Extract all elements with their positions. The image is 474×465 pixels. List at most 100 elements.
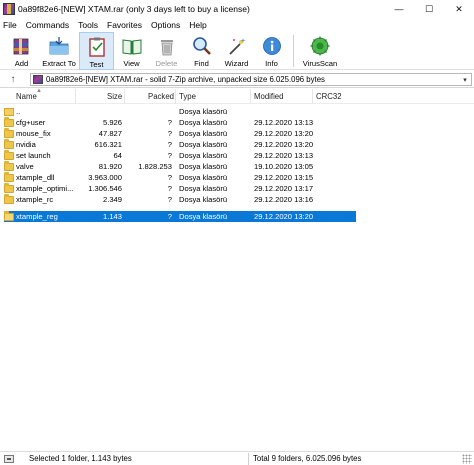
table-row[interactable]: mouse_fix 47.827 ? Dosya klasörü 29.12.2… [0,128,474,139]
menu-favorites[interactable]: Favorites [107,20,142,30]
info-button[interactable]: Info [254,32,289,70]
title-bar: 0a89f82e6-[NEW] XTAM.rar (only 3 days le… [0,0,474,18]
table-row[interactable]: xtample_rc 2.349 ? Dosya klasörü 29.12.2… [0,194,474,205]
folder-icon [4,161,14,171]
file-type: Dosya klasörü [179,162,228,171]
chevron-down-icon[interactable]: ▾ [459,76,471,84]
file-name: valve [16,162,34,171]
resize-grip-icon[interactable] [462,454,472,464]
file-name: set launch [16,151,51,160]
folder-icon [4,128,14,138]
file-list: Name ▲ Size Packed Type Modified CRC32 .… [0,88,474,451]
virusscan-icon [309,35,331,57]
column-divider[interactable] [175,89,176,104]
file-modified: 29.12.2020 13:16 [254,195,314,204]
table-row[interactable]: set launch 64 ? Dosya klasörü 29.12.2020… [0,150,474,161]
toolbar-separator [293,35,294,67]
virusscan-button[interactable]: VirusScan [298,32,342,70]
wizard-label: Wizard [224,59,249,68]
column-header-name[interactable]: Name [16,92,37,101]
extract-folder-icon [48,35,70,57]
file-type: Dosya klasörü [179,140,228,149]
find-label: Find [194,59,209,68]
delete-label: Delete [155,59,178,68]
file-name: .. [16,107,21,116]
winrar-app-icon[interactable] [3,3,15,15]
table-row[interactable]: nvidia 616.321 ? Dosya klasörü 29.12.202… [0,139,474,150]
column-header-type[interactable]: Type [179,92,196,101]
file-type: Dosya klasörü [179,173,228,182]
view-label: View [123,59,140,68]
column-header-size[interactable]: Size [107,92,122,101]
file-type: Dosya klasörü [179,107,228,116]
delete-button[interactable]: Delete [149,32,184,70]
extract-to-button[interactable]: Extract To [39,32,79,70]
archive-icon [33,75,43,84]
menu-options[interactable]: Options [151,20,180,30]
folder-icon [4,117,14,127]
add-archive-icon [11,35,33,57]
menu-tools[interactable]: Tools [78,20,98,30]
window-title: 0a89f82e6-[NEW] XTAM.rar (only 3 days le… [18,4,250,14]
file-packed: 1.828.253 [138,162,172,171]
info-icon [261,35,283,57]
file-type: Dosya klasörü [179,184,228,193]
table-row[interactable]: cfg+user 5.926 ? Dosya klasörü 29.12.202… [0,117,474,128]
file-packed: ? [167,140,172,149]
toolbar: Add Extract To Test View Delete Find Wiz… [0,32,474,70]
file-modified: 29.12.2020 13:15 [254,173,314,182]
up-one-level-button[interactable]: ↑ [0,71,26,87]
table-row-selected[interactable]: xtample_reg 1.143 ? Dosya klasörü 29.12.… [0,211,474,222]
file-size: 1.306.546 [88,184,122,193]
file-modified: 29.12.2020 13:20 [254,212,314,221]
address-path: 0a89f82e6-[NEW] XTAM.rar - solid 7-Zip a… [46,75,325,84]
file-type: Dosya klasörü [179,129,228,138]
drive-icon[interactable] [4,455,14,463]
find-button[interactable]: Find [184,32,219,70]
add-button[interactable]: Add [4,32,39,70]
magnifier-icon [191,35,213,57]
folder-icon [4,139,14,149]
file-size: 5.926 [102,118,122,127]
test-label: Test [89,60,104,69]
file-modified: 29.12.2020 13:17 [254,184,314,193]
table-row[interactable]: xtample_dll 3.963.000 ? Dosya klasörü 29… [0,172,474,183]
address-field[interactable]: 0a89f82e6-[NEW] XTAM.rar - solid 7-Zip a… [30,73,472,86]
maximize-button[interactable]: ☐ [414,0,444,18]
file-type: Dosya klasörü [179,195,228,204]
menu-bar: File Commands Tools Favorites Options He… [0,18,474,31]
column-header-crc32[interactable]: CRC32 [316,92,342,101]
menu-commands[interactable]: Commands [26,20,69,30]
column-header-packed[interactable]: Packed [148,92,174,101]
table-row[interactable]: .. Dosya klasörü [0,106,474,117]
file-size: 64 [113,151,122,160]
file-modified: 29.12.2020 13:13 [254,118,314,127]
column-divider[interactable] [312,89,313,104]
file-packed: ? [167,151,172,160]
table-row[interactable]: valve 81.920 1.828.253 Dosya klasörü 19.… [0,161,474,172]
column-divider[interactable] [124,89,125,104]
view-book-icon [121,35,143,57]
table-row[interactable]: xtample_optimi... 1.306.546 ? Dosya klas… [0,183,474,194]
column-divider[interactable] [250,89,251,104]
close-button[interactable]: ✕ [444,0,474,18]
minimize-button[interactable]: — [384,0,414,18]
view-button[interactable]: View [114,32,149,70]
file-name: xtample_optimi... [16,184,74,193]
menu-help[interactable]: Help [189,20,206,30]
file-packed: ? [167,129,172,138]
extract-to-label: Extract To [42,59,76,68]
menu-file[interactable]: File [3,20,17,30]
sort-caret-icon: ▲ [36,88,42,94]
test-button[interactable]: Test [79,32,114,70]
column-header-modified[interactable]: Modified [254,92,283,101]
column-divider[interactable] [75,89,76,104]
wizard-button[interactable]: Wizard [219,32,254,70]
window-controls: — ☐ ✕ [384,0,474,18]
file-name: xtample_rc [16,195,54,204]
virusscan-label: VirusScan [302,59,338,68]
file-name: mouse_fix [16,129,51,138]
info-label: Info [265,59,278,68]
file-packed: ? [167,195,172,204]
file-name: xtample_dll [16,173,55,182]
